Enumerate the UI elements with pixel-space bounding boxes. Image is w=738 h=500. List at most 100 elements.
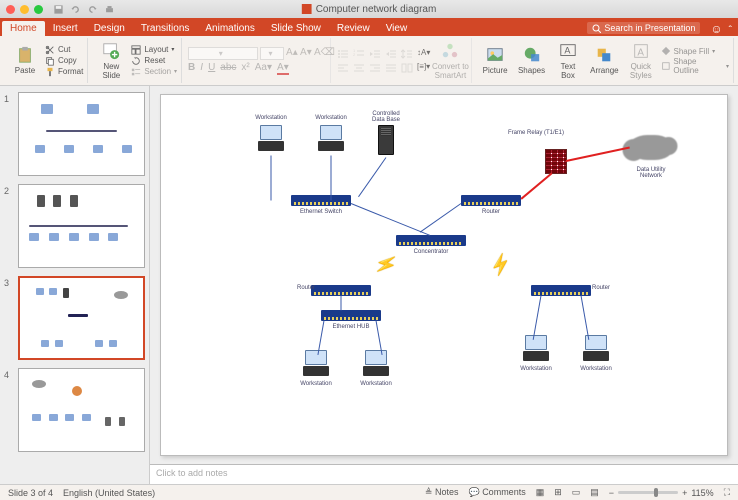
section-button[interactable]: Section▾ (131, 67, 177, 77)
underline-button[interactable]: U (208, 62, 215, 75)
convert-smartart-button[interactable]: Convert to SmartArt (433, 42, 467, 80)
align-right-icon[interactable] (369, 62, 381, 74)
tab-animations[interactable]: Animations (197, 21, 262, 36)
workstation-bl2[interactable] (361, 350, 391, 378)
slide-thumbnail-4[interactable] (18, 368, 145, 452)
concentrator[interactable] (396, 235, 466, 246)
increase-font-icon[interactable]: A▴ (286, 47, 298, 59)
zoom-control[interactable]: − + 115% (609, 488, 714, 498)
slide-thumbnail-1[interactable] (18, 92, 145, 176)
data-utility-cloud[interactable] (629, 135, 674, 160)
font-size-select[interactable]: ▾ (260, 47, 284, 60)
decrease-font-icon[interactable]: A▾ (300, 47, 312, 59)
text-direction-button[interactable]: ↕A▾ (417, 48, 430, 60)
align-left-icon[interactable] (337, 62, 349, 74)
router-top[interactable] (461, 195, 521, 206)
redo-icon[interactable] (87, 4, 98, 15)
font-color-button[interactable]: A▾ (277, 62, 289, 75)
format-painter-button[interactable]: Format (45, 67, 83, 77)
bullets-icon[interactable] (337, 48, 349, 60)
ribbon-tabs: Home Insert Design Transitions Animation… (0, 18, 738, 36)
tab-transitions[interactable]: Transitions (133, 21, 198, 36)
strike-button[interactable]: abc (220, 62, 236, 75)
numbering-icon[interactable]: 12 (353, 48, 365, 60)
reset-button[interactable]: Reset (131, 56, 177, 66)
workstation-1[interactable] (256, 125, 286, 153)
slide-thumbnails-pane[interactable]: 1 2 3 4 (0, 86, 150, 484)
picture-button[interactable]: Picture (478, 46, 511, 75)
arrange-button[interactable]: Arrange (588, 46, 621, 75)
view-normal-button[interactable]: ▦ (536, 487, 545, 498)
minimize-window-button[interactable] (20, 5, 29, 14)
bold-button[interactable]: B (188, 62, 195, 75)
status-notes-button[interactable]: ≜ Notes (425, 487, 459, 498)
view-sorter-button[interactable]: ⊞ (554, 487, 562, 498)
quick-styles-button[interactable]: A Quick Styles (624, 42, 657, 80)
zoom-window-button[interactable] (34, 5, 43, 14)
decrease-indent-icon[interactable] (369, 48, 381, 60)
tab-view[interactable]: View (378, 21, 416, 36)
new-slide-button[interactable]: New Slide (94, 42, 128, 80)
font-family-select[interactable]: ▾ (188, 47, 258, 60)
view-reading-button[interactable]: ▭ (572, 487, 581, 498)
clear-format-icon[interactable]: A⌫ (314, 47, 326, 59)
feedback-smiley-icon[interactable]: ☺ (710, 22, 722, 36)
workstation-bl1[interactable] (301, 350, 331, 378)
ribbon-collapse-icon[interactable]: ˆ (729, 25, 732, 36)
status-language[interactable]: English (United States) (63, 488, 155, 498)
increase-indent-icon[interactable] (385, 48, 397, 60)
tab-home[interactable]: Home (2, 21, 45, 36)
search-box[interactable]: Search in Presentation (587, 22, 700, 34)
view-slideshow-button[interactable]: ▤ (590, 487, 599, 498)
tab-review[interactable]: Review (329, 21, 378, 36)
zoom-percent[interactable]: 115% (691, 488, 713, 498)
slide-thumbnail-2[interactable] (18, 184, 145, 268)
workstation-br1[interactable] (521, 335, 551, 363)
shape-fill-button[interactable]: Shape Fill▾ (661, 46, 730, 56)
italic-button[interactable]: I (200, 62, 203, 75)
columns-icon[interactable] (401, 62, 413, 74)
close-window-button[interactable] (6, 5, 15, 14)
firewall[interactable] (545, 149, 567, 174)
align-center-icon[interactable] (353, 62, 365, 74)
new-slide-icon (102, 42, 120, 60)
zoom-slider[interactable] (618, 491, 678, 494)
workstation-2[interactable] (316, 125, 346, 153)
text-highlight-button[interactable]: Aa▾ (255, 62, 272, 75)
zoom-out-button[interactable]: − (609, 488, 614, 498)
superscript-button[interactable]: x² (241, 62, 249, 75)
slide-canvas[interactable]: Workstation Workstation Controlled Data … (160, 94, 728, 456)
print-icon[interactable] (104, 4, 115, 15)
tab-slideshow[interactable]: Slide Show (263, 21, 329, 36)
ethernet-switch[interactable] (291, 195, 351, 206)
paste-button[interactable]: Paste (8, 46, 42, 75)
label-ws-br2: Workstation (580, 366, 612, 372)
text-box-icon: A (559, 42, 577, 60)
justify-icon[interactable] (385, 62, 397, 74)
cut-button[interactable]: Cut (45, 45, 83, 55)
router-left[interactable] (311, 285, 371, 296)
slide-thumbnail-3[interactable] (18, 276, 145, 360)
notes-pane[interactable]: Click to add notes (150, 464, 738, 484)
layout-button[interactable]: Layout▾ (131, 45, 177, 55)
label-ws-br1: Workstation (520, 366, 552, 372)
status-comments-button[interactable]: 💬 Comments (468, 487, 525, 498)
workstation-br2[interactable] (581, 335, 611, 363)
shape-outline-button[interactable]: Shape Outline▾ (661, 57, 730, 75)
format-painter-icon (45, 67, 55, 77)
align-text-button[interactable]: [≡]▾ (417, 62, 430, 74)
label-frame-relay: Frame Relay (T1/E1) (508, 130, 564, 136)
zoom-in-button[interactable]: + (682, 488, 687, 498)
ethernet-hub[interactable] (321, 310, 381, 321)
font-group: ▾ ▾ A▴ A▾ A⌫ B I U abc x² Aa▾ A▾ (184, 38, 331, 83)
fit-to-window-button[interactable]: ⛶ (724, 487, 730, 498)
undo-icon[interactable] (70, 4, 81, 15)
controlled-database[interactable] (378, 125, 394, 155)
save-icon[interactable] (53, 4, 64, 15)
line-spacing-icon[interactable] (401, 48, 413, 60)
shapes-button[interactable]: Shapes (515, 46, 548, 75)
tab-insert[interactable]: Insert (45, 21, 86, 36)
tab-design[interactable]: Design (86, 21, 133, 36)
copy-button[interactable]: Copy (45, 56, 83, 66)
text-box-button[interactable]: A Text Box (551, 42, 584, 80)
